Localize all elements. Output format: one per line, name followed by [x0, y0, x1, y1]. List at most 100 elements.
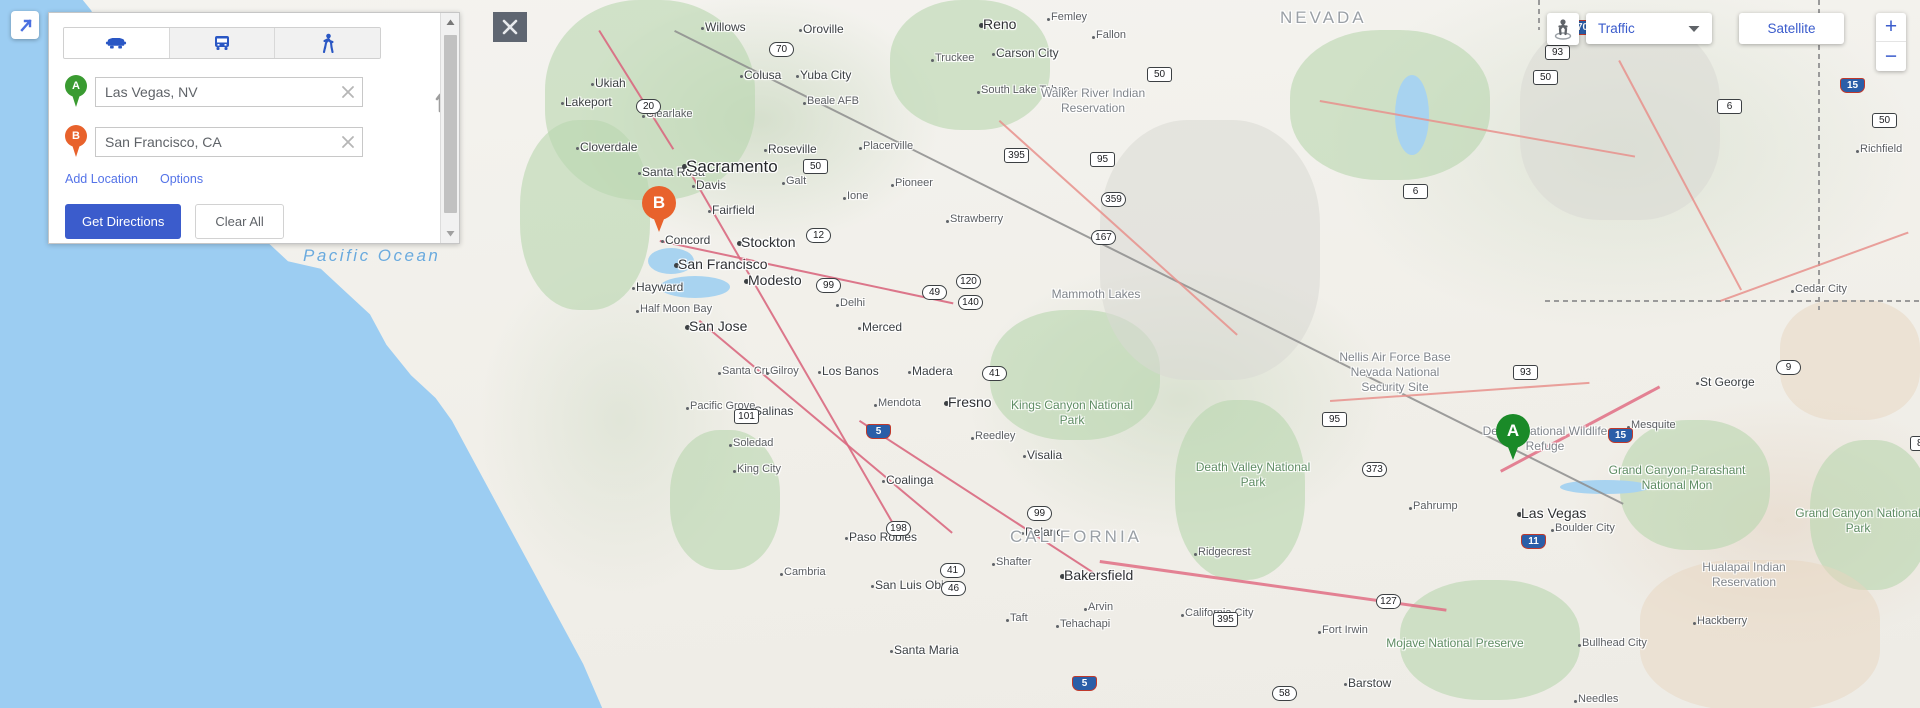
map-marker-letter: A: [1506, 421, 1520, 440]
clear-all-button[interactable]: Clear All: [195, 204, 284, 239]
terrain-park-region: [520, 120, 650, 310]
terrain-desert-region: [1640, 560, 1880, 708]
city-dot: [740, 75, 743, 78]
city-dot: [874, 404, 877, 407]
chevron-down-icon: [446, 231, 455, 237]
travel-mode-tab-driving[interactable]: [64, 28, 170, 58]
highway-shield: 50: [1147, 67, 1172, 82]
street-view-pegman-button[interactable]: [1547, 13, 1579, 45]
satellite-button[interactable]: Satellite: [1739, 13, 1844, 44]
highway-shield: 50: [1872, 113, 1897, 128]
zoom-controls: + −: [1876, 13, 1906, 71]
terrain-park-region: [890, 0, 1050, 130]
panel-scrollbar[interactable]: [440, 13, 459, 243]
city-dot: [1574, 700, 1577, 703]
highway-shield: 95: [1090, 152, 1115, 167]
city-dot: [796, 75, 799, 78]
close-icon: [502, 19, 518, 35]
city-dot: [708, 210, 711, 213]
state-border: [1545, 300, 1920, 302]
map-application: Pacific Ocean Reno Oroville Willows Femley F…: [0, 0, 1920, 708]
map-marker-letter: B: [652, 193, 666, 212]
city-dot: [591, 83, 594, 86]
chevron-up-icon: [446, 19, 455, 25]
bus-icon: [215, 36, 229, 50]
city-dot: [780, 573, 783, 576]
highway-shield: 93: [1545, 45, 1570, 60]
destination-input[interactable]: [105, 134, 336, 150]
options-link[interactable]: Options: [160, 172, 203, 186]
city-dot: [1194, 553, 1197, 556]
city-dot: [737, 241, 742, 246]
scrollbar-down-arrow[interactable]: [441, 224, 459, 243]
highway-shield: 50: [803, 159, 828, 174]
highway-shield: 373: [1362, 462, 1387, 477]
clear-destination-icon[interactable]: [341, 135, 355, 149]
terrain-park-region: [1290, 30, 1490, 180]
city-dot: [946, 220, 949, 223]
city-dot: [1517, 512, 1522, 517]
zoom-out-button[interactable]: −: [1876, 42, 1906, 71]
location-marker-a-icon: A: [63, 75, 89, 109]
highway-shield: 11: [1521, 534, 1546, 549]
origin-input[interactable]: [105, 84, 336, 100]
city-dot: [977, 91, 980, 94]
city-dot: [718, 372, 721, 375]
highway-shield: 140: [958, 295, 983, 310]
highway-shield: 70: [769, 42, 794, 57]
water-body: [648, 248, 694, 274]
location-marker-b-letter: B: [72, 130, 80, 142]
city-dot: [1023, 455, 1026, 458]
highway-shield: 167: [1091, 230, 1116, 245]
city-dot: [859, 147, 862, 150]
state-border: [1538, 0, 1540, 30]
city-dot: [636, 310, 639, 313]
city-dot: [692, 185, 695, 188]
city-dot: [632, 287, 635, 290]
travel-mode-tab-transit[interactable]: [169, 28, 276, 58]
add-location-link[interactable]: Add Location: [65, 172, 138, 186]
pedestrian-icon: [322, 33, 334, 53]
terrain-park-region: [1400, 580, 1580, 700]
city-dot: [944, 401, 949, 406]
traffic-dropdown[interactable]: Traffic: [1586, 13, 1712, 44]
location-row-b: B: [63, 125, 427, 159]
chevron-down-icon: [1688, 25, 1700, 32]
city-dot: [1791, 290, 1794, 293]
origin-field-wrap: [95, 77, 363, 107]
city-dot: [682, 164, 687, 169]
zoom-in-button[interactable]: +: [1876, 13, 1906, 42]
expand-map-button[interactable]: [11, 11, 39, 39]
panel-links: Add Location Options: [63, 172, 427, 186]
terrain-mountain-region: [1100, 120, 1320, 380]
city-dot: [733, 470, 736, 473]
city-dot: [729, 444, 732, 447]
clear-origin-icon[interactable]: [341, 85, 355, 99]
terrain-desert-region: [1780, 300, 1920, 420]
panel-buttons: Get Directions Clear All: [63, 204, 427, 239]
city-dot: [686, 407, 689, 410]
directions-panel: A B: [48, 12, 460, 244]
get-directions-button[interactable]: Get Directions: [65, 204, 182, 239]
map-marker-a[interactable]: A: [1496, 414, 1530, 460]
city-dot: [890, 650, 893, 653]
travel-mode-tabs: [63, 27, 381, 59]
highway-shield: 395: [1004, 148, 1029, 163]
map-marker-b[interactable]: B: [642, 186, 676, 232]
travel-mode-tab-walking[interactable]: [275, 28, 380, 58]
highway-shield: 120: [956, 274, 981, 289]
city-dot: [1060, 574, 1065, 579]
close-panel-button[interactable]: [493, 12, 527, 42]
directions-panel-content: A B: [49, 13, 453, 243]
city-dot: [674, 263, 679, 268]
city-dot: [766, 372, 769, 375]
city-dot: [1056, 625, 1059, 628]
city-dot: [971, 437, 974, 440]
scrollbar-thumb[interactable]: [444, 35, 457, 213]
scrollbar-up-arrow[interactable]: [441, 13, 459, 32]
city-dot: [979, 23, 984, 28]
highway-shield: 359: [1101, 192, 1126, 207]
highway-shield: 49: [922, 285, 947, 300]
city-dot: [638, 172, 641, 175]
city-dot: [1856, 150, 1859, 153]
